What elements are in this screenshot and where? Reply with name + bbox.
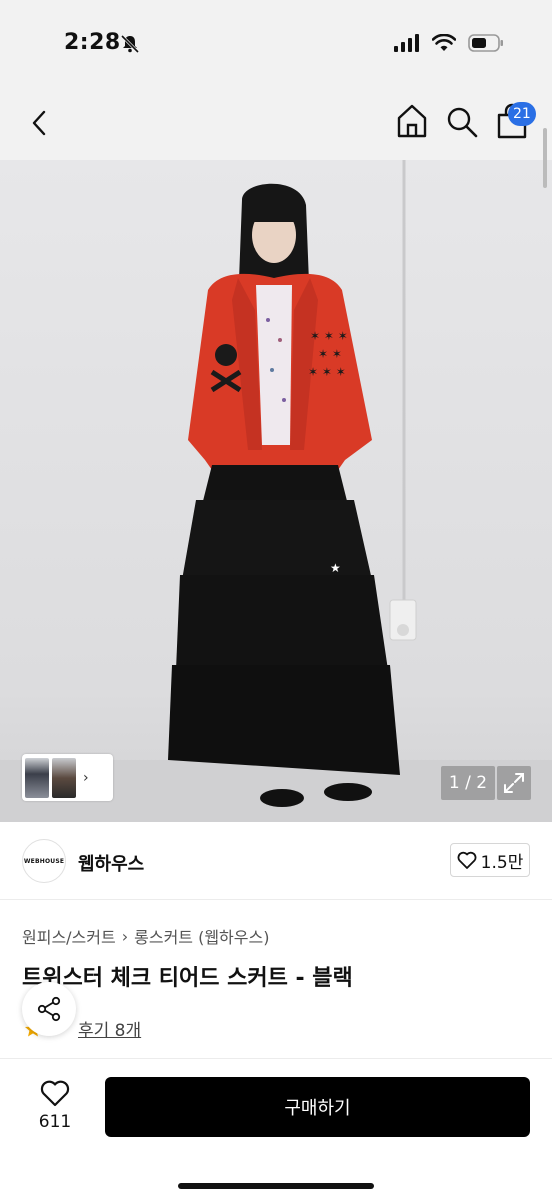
shop-logo[interactable]: WEBHOUSE <box>22 839 66 883</box>
chevron-right-icon: › <box>83 769 89 786</box>
product-title: 트위스터 체크 티어드 스커트 - 블랙 <box>22 966 353 991</box>
status-icons <box>394 34 504 52</box>
breadcrumb: 원피스/스커트 › 롱스커트 (웹하우스) <box>22 924 269 948</box>
back-button[interactable] <box>24 106 54 140</box>
home-indicator <box>178 1183 374 1189</box>
signal-icon <box>394 34 419 52</box>
share-button[interactable] <box>22 982 76 1036</box>
expand-button[interactable] <box>497 766 531 800</box>
bell-off-icon <box>120 34 140 54</box>
buy-button[interactable]: 구매하기 <box>105 1077 530 1137</box>
svg-text:✶ ✶: ✶ ✶ <box>318 347 342 361</box>
battery-icon <box>468 34 503 52</box>
product-photo: ✶ ✶ ✶ ✶ ✶ ✶ ✶ ✶ ★ <box>0 160 552 822</box>
breadcrumb-subcategory[interactable]: 롱스커트 (웹하우스) <box>134 924 269 948</box>
share-icon <box>37 996 61 1022</box>
heart-icon[interactable] <box>40 1079 70 1107</box>
thumbnail-2[interactable] <box>52 757 76 798</box>
search-icon[interactable] <box>444 102 480 140</box>
svg-text:✶ ✶ ✶: ✶ ✶ ✶ <box>310 329 348 343</box>
expand-icon <box>504 773 524 793</box>
top-navigation <box>0 90 552 160</box>
back-icon <box>32 110 46 136</box>
shop-name[interactable]: 웹하우스 <box>78 850 144 876</box>
product-image[interactable]: ✶ ✶ ✶ ✶ ✶ ✶ ✶ ✶ ★ <box>0 160 552 822</box>
shop-row[interactable]: WEBHOUSE 웹하우스 1.5만 <box>0 822 552 900</box>
svg-text:✶ ✶ ✶: ✶ ✶ ✶ <box>308 365 346 379</box>
bottom-action-bar: 611 구매하기 <box>0 1058 552 1200</box>
heart-icon <box>457 851 477 869</box>
scrollbar[interactable] <box>543 128 547 188</box>
svg-text:★: ★ <box>330 561 341 575</box>
thumbnail-strip[interactable]: › <box>22 754 113 801</box>
home-icon[interactable] <box>394 102 430 140</box>
shop-like-button[interactable]: 1.5만 <box>450 843 530 877</box>
wish-count: 611 <box>38 1112 72 1132</box>
cart-count-badge: 21 <box>508 102 536 126</box>
chevron-right-icon: › <box>121 926 129 946</box>
image-page-counter: 1 / 2 <box>441 766 495 800</box>
wifi-icon <box>432 34 456 51</box>
thumbnail-1[interactable] <box>25 757 49 798</box>
review-link[interactable]: 후기 8개 <box>78 1016 141 1041</box>
status-bar: 2:28 <box>0 0 552 90</box>
shop-like-count: 1.5만 <box>480 852 524 873</box>
status-time: 2:28 <box>64 30 121 55</box>
breadcrumb-category[interactable]: 원피스/스커트 <box>22 924 116 948</box>
